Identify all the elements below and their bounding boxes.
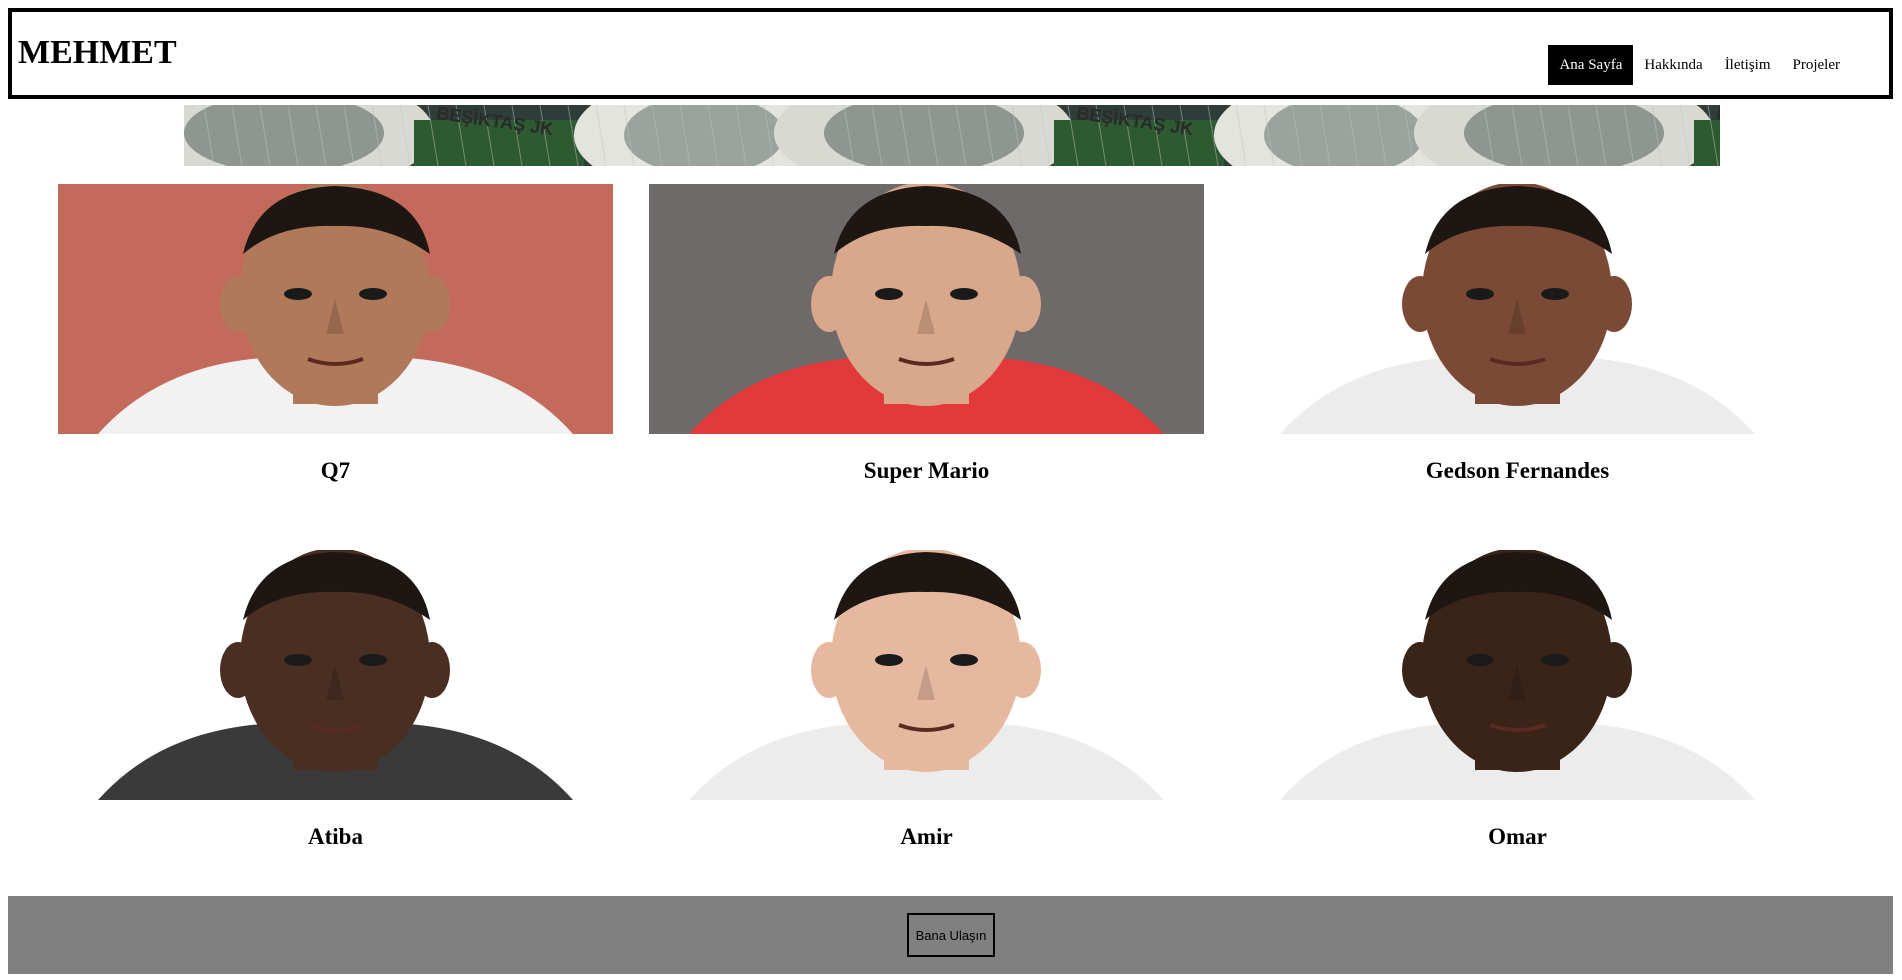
player-name: Super Mario <box>863 458 990 483</box>
player-portrait-image <box>1240 184 1795 434</box>
player-photo <box>649 184 1204 434</box>
site-footer: Bana Ulaşın <box>8 896 1893 974</box>
player-photo <box>649 550 1204 800</box>
stadium-aerial-image: BEŞİKTAŞ JKBEŞİKTAŞ JKBEŞİKTAŞ JK <box>184 105 1720 166</box>
nav-item-projeler[interactable]: Projeler <box>1782 47 1851 83</box>
site-header: MEHMET Ana Sayfa Hakkında İletişim Proje… <box>8 8 1893 99</box>
player-card-omar: Omar <box>1240 550 1795 850</box>
player-card-super-mario: Super Mario <box>649 184 1204 484</box>
stadium-tile: BEŞİKTAŞ JK <box>1414 105 1720 166</box>
player-name: Omar <box>1488 824 1547 849</box>
nav-item-iletisim[interactable]: İletişim <box>1714 47 1782 83</box>
main-nav: Ana Sayfa Hakkında İletişim Projeler <box>1548 45 1851 85</box>
player-name: Atiba <box>308 824 363 849</box>
stadium-tile: BEŞİKTAŞ JK <box>774 105 1474 166</box>
player-card-q7: Q7 <box>58 184 613 484</box>
player-name: Q7 <box>320 458 351 483</box>
player-portrait-image <box>649 550 1204 800</box>
brand-logo[interactable]: MEHMET <box>18 34 177 72</box>
nav-item-hakkinda[interactable]: Hakkında <box>1633 47 1713 83</box>
player-photo <box>1240 184 1795 434</box>
player-portrait-image <box>58 184 613 434</box>
player-name: Amir <box>900 824 953 849</box>
player-portrait-image <box>1240 550 1795 800</box>
stadium-tile: BEŞİKTAŞ JK <box>184 105 834 166</box>
nav-item-ana-sayfa[interactable]: Ana Sayfa <box>1548 45 1634 85</box>
player-portrait-image <box>649 184 1204 434</box>
player-photo <box>58 184 613 434</box>
player-card-gedson-fernandes: Gedson Fernandes <box>1240 184 1795 484</box>
contact-button[interactable]: Bana Ulaşın <box>907 913 995 957</box>
player-photo <box>58 550 613 800</box>
stadium-banner: BEŞİKTAŞ JKBEŞİKTAŞ JKBEŞİKTAŞ JK <box>184 105 1720 166</box>
player-card-atiba: Atiba <box>58 550 613 850</box>
player-card-amir: Amir <box>649 550 1204 850</box>
player-photo <box>1240 550 1795 800</box>
player-portrait-image <box>58 550 613 800</box>
page: MEHMET Ana Sayfa Hakkında İletişim Proje… <box>0 0 1902 980</box>
player-name: Gedson Fernandes <box>1425 458 1610 483</box>
